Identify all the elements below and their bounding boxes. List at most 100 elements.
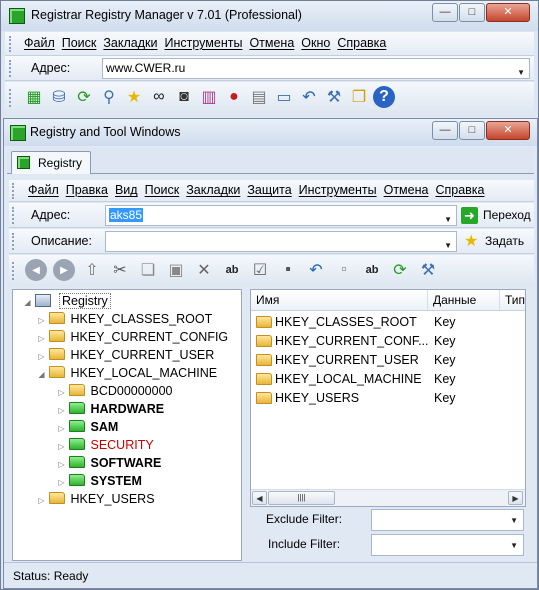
refresh-icon[interactable]: ⟳ [389, 259, 411, 281]
tree-item[interactable]: ▷ SYSTEM [57, 472, 142, 490]
monitor-icon[interactable]: ▭ [273, 86, 295, 108]
description-dropdown-icon[interactable]: ▼ [444, 237, 452, 254]
save-icon[interactable]: ▪ [277, 259, 299, 281]
list-row[interactable]: HKEY_CURRENT_USER Key [251, 351, 525, 370]
column-name[interactable]: Имя [251, 290, 428, 310]
tools-icon[interactable]: ⚒ [323, 86, 345, 108]
collapse-icon[interactable]: ◢ [23, 294, 32, 312]
printer-icon[interactable]: ▤ [248, 86, 270, 108]
minimize-button[interactable]: — [432, 3, 458, 22]
registry-menu-item-0[interactable]: Файл [25, 183, 62, 197]
registry-menu-item-6[interactable]: Инструменты [296, 183, 380, 197]
copy-icon[interactable]: ❏ [137, 259, 159, 281]
exclude-filter-combo[interactable]: ▼ [371, 509, 524, 531]
main-menu-item-5[interactable]: Окно [298, 36, 333, 50]
registry-menu-item-2[interactable]: Вид [112, 183, 141, 197]
tree-item[interactable]: ▷ HKEY_CLASSES_ROOT [37, 310, 212, 328]
main-menu-item-2[interactable]: Закладки [100, 36, 160, 50]
registry-toolbar-grip[interactable] [12, 262, 16, 280]
registry-tree[interactable]: ◢ Registry ▷ HKEY_CLASSES_ROOT ▷ HKEY_CUR… [12, 289, 242, 561]
maximize-button[interactable]: □ [459, 3, 485, 22]
tree-item[interactable]: ▷ BCD00000000 [57, 382, 173, 400]
undo-icon[interactable]: ↶ [298, 86, 320, 108]
tab-registry[interactable]: Registry [11, 151, 91, 174]
new-value-icon[interactable]: ab [361, 259, 383, 281]
paste-icon[interactable]: ▣ [165, 259, 187, 281]
tree-item[interactable]: ▷ HKEY_USERS [37, 490, 155, 508]
registry-address-grip[interactable] [12, 207, 16, 224]
tree-item[interactable]: ▷ HKEY_CURRENT_CONFIG [37, 328, 228, 346]
binoculars-icon[interactable]: ∞ [148, 86, 170, 108]
main-menu-item-6[interactable]: Справка [334, 36, 389, 50]
registry-close-button[interactable]: ✕ [486, 121, 530, 140]
main-menu-item-4[interactable]: Отмена [246, 36, 297, 50]
list-row[interactable]: HKEY_LOCAL_MACHINE Key [251, 370, 525, 389]
main-menu-item-1[interactable]: Поиск [59, 36, 100, 50]
exclude-dropdown-icon[interactable]: ▼ [510, 516, 518, 525]
network-icon[interactable]: ⛁ [48, 86, 70, 108]
registry-menu-item-7[interactable]: Отмена [381, 183, 432, 197]
books-icon[interactable]: ▥ [198, 86, 220, 108]
description-grip[interactable] [12, 233, 16, 250]
tree-item[interactable]: ◢ HKEY_LOCAL_MACHINE [37, 364, 217, 382]
menu-grip[interactable] [9, 36, 13, 52]
registry-maximize-button[interactable]: □ [459, 121, 485, 140]
registry-menu-item-5[interactable]: Защита [244, 183, 294, 197]
go-button[interactable]: ➜ Переход [461, 206, 534, 226]
delete-icon[interactable]: ✕ [193, 259, 215, 281]
new-key-icon[interactable]: ▫ [333, 259, 355, 281]
registry-menu-item-4[interactable]: Закладки [183, 183, 243, 197]
main-menu-item-0[interactable]: Файл [21, 36, 58, 50]
registry-menu-grip[interactable] [12, 183, 16, 199]
tree-item[interactable]: ▷ SOFTWARE [57, 454, 161, 472]
tree-root[interactable]: ◢ Registry [23, 292, 111, 310]
refresh-icon[interactable]: ⟳ [73, 86, 95, 108]
expand-icon[interactable]: ▷ [37, 492, 46, 510]
address-input[interactable]: www.CWER.ru ▼ [102, 58, 530, 79]
cherries-icon[interactable]: ● [223, 86, 245, 108]
toolbar-grip[interactable] [9, 89, 13, 107]
column-type[interactable]: Тип [500, 290, 525, 310]
list-row[interactable]: HKEY_CURRENT_CONF... Key [251, 332, 525, 351]
scroll-thumb[interactable]: |||| [268, 491, 335, 505]
camera-icon[interactable]: ◙ [173, 86, 195, 108]
windows-icon[interactable]: ❐ [348, 86, 370, 108]
registry-menu-item-8[interactable]: Справка [432, 183, 487, 197]
registry-address-input[interactable]: aks85 ▼ [105, 205, 457, 226]
set-button[interactable]: ★ Задать [464, 232, 534, 252]
list-row[interactable]: HKEY_USERS Key [251, 389, 525, 408]
scroll-left-button[interactable]: ◀ [252, 491, 267, 505]
scroll-right-button[interactable]: ▶ [508, 491, 523, 505]
include-dropdown-icon[interactable]: ▼ [510, 541, 518, 550]
rename-icon[interactable]: ab [221, 259, 243, 281]
close-button[interactable]: ✕ [486, 3, 530, 22]
registry-menu-item-3[interactable]: Поиск [142, 183, 183, 197]
description-input[interactable]: ▼ [105, 231, 457, 252]
undo-icon[interactable]: ↶ [305, 259, 327, 281]
address-dropdown-icon[interactable]: ▼ [517, 64, 525, 81]
help-icon[interactable]: ? [373, 86, 395, 108]
value-list[interactable]: Имя Данные Тип HKEY_CLASSES_ROOT Key HKEY_… [250, 289, 526, 507]
star-icon[interactable]: ★ [123, 86, 145, 108]
forward-icon[interactable]: ▶ [53, 259, 75, 281]
search-icon[interactable]: ⚲ [98, 86, 120, 108]
address-grip[interactable] [9, 60, 13, 77]
registry-menu-item-1[interactable]: Правка [63, 183, 111, 197]
tools-icon[interactable]: ⚒ [417, 259, 439, 281]
registry-address-dropdown-icon[interactable]: ▼ [444, 211, 452, 228]
include-filter-combo[interactable]: ▼ [371, 534, 524, 556]
column-data[interactable]: Данные [428, 290, 500, 310]
tree-item[interactable]: ▷ SECURITY [57, 436, 154, 454]
tree-item[interactable]: ▷ HKEY_CURRENT_USER [37, 346, 214, 364]
registry-minimize-button[interactable]: — [432, 121, 458, 140]
up-icon[interactable]: ⇧ [81, 259, 103, 281]
properties-icon[interactable]: ☑ [249, 259, 271, 281]
horizontal-scrollbar[interactable]: ◀ |||| ▶ [251, 489, 525, 506]
collapse-icon[interactable]: ◢ [37, 366, 46, 384]
tree-item[interactable]: ▷ HARDWARE [57, 400, 164, 418]
back-icon[interactable]: ◀ [25, 259, 47, 281]
grid-icon[interactable]: ▦ [23, 86, 45, 108]
tree-item[interactable]: ▷ SAM [57, 418, 118, 436]
cut-icon[interactable]: ✂ [109, 259, 131, 281]
main-menu-item-3[interactable]: Инструменты [161, 36, 245, 50]
